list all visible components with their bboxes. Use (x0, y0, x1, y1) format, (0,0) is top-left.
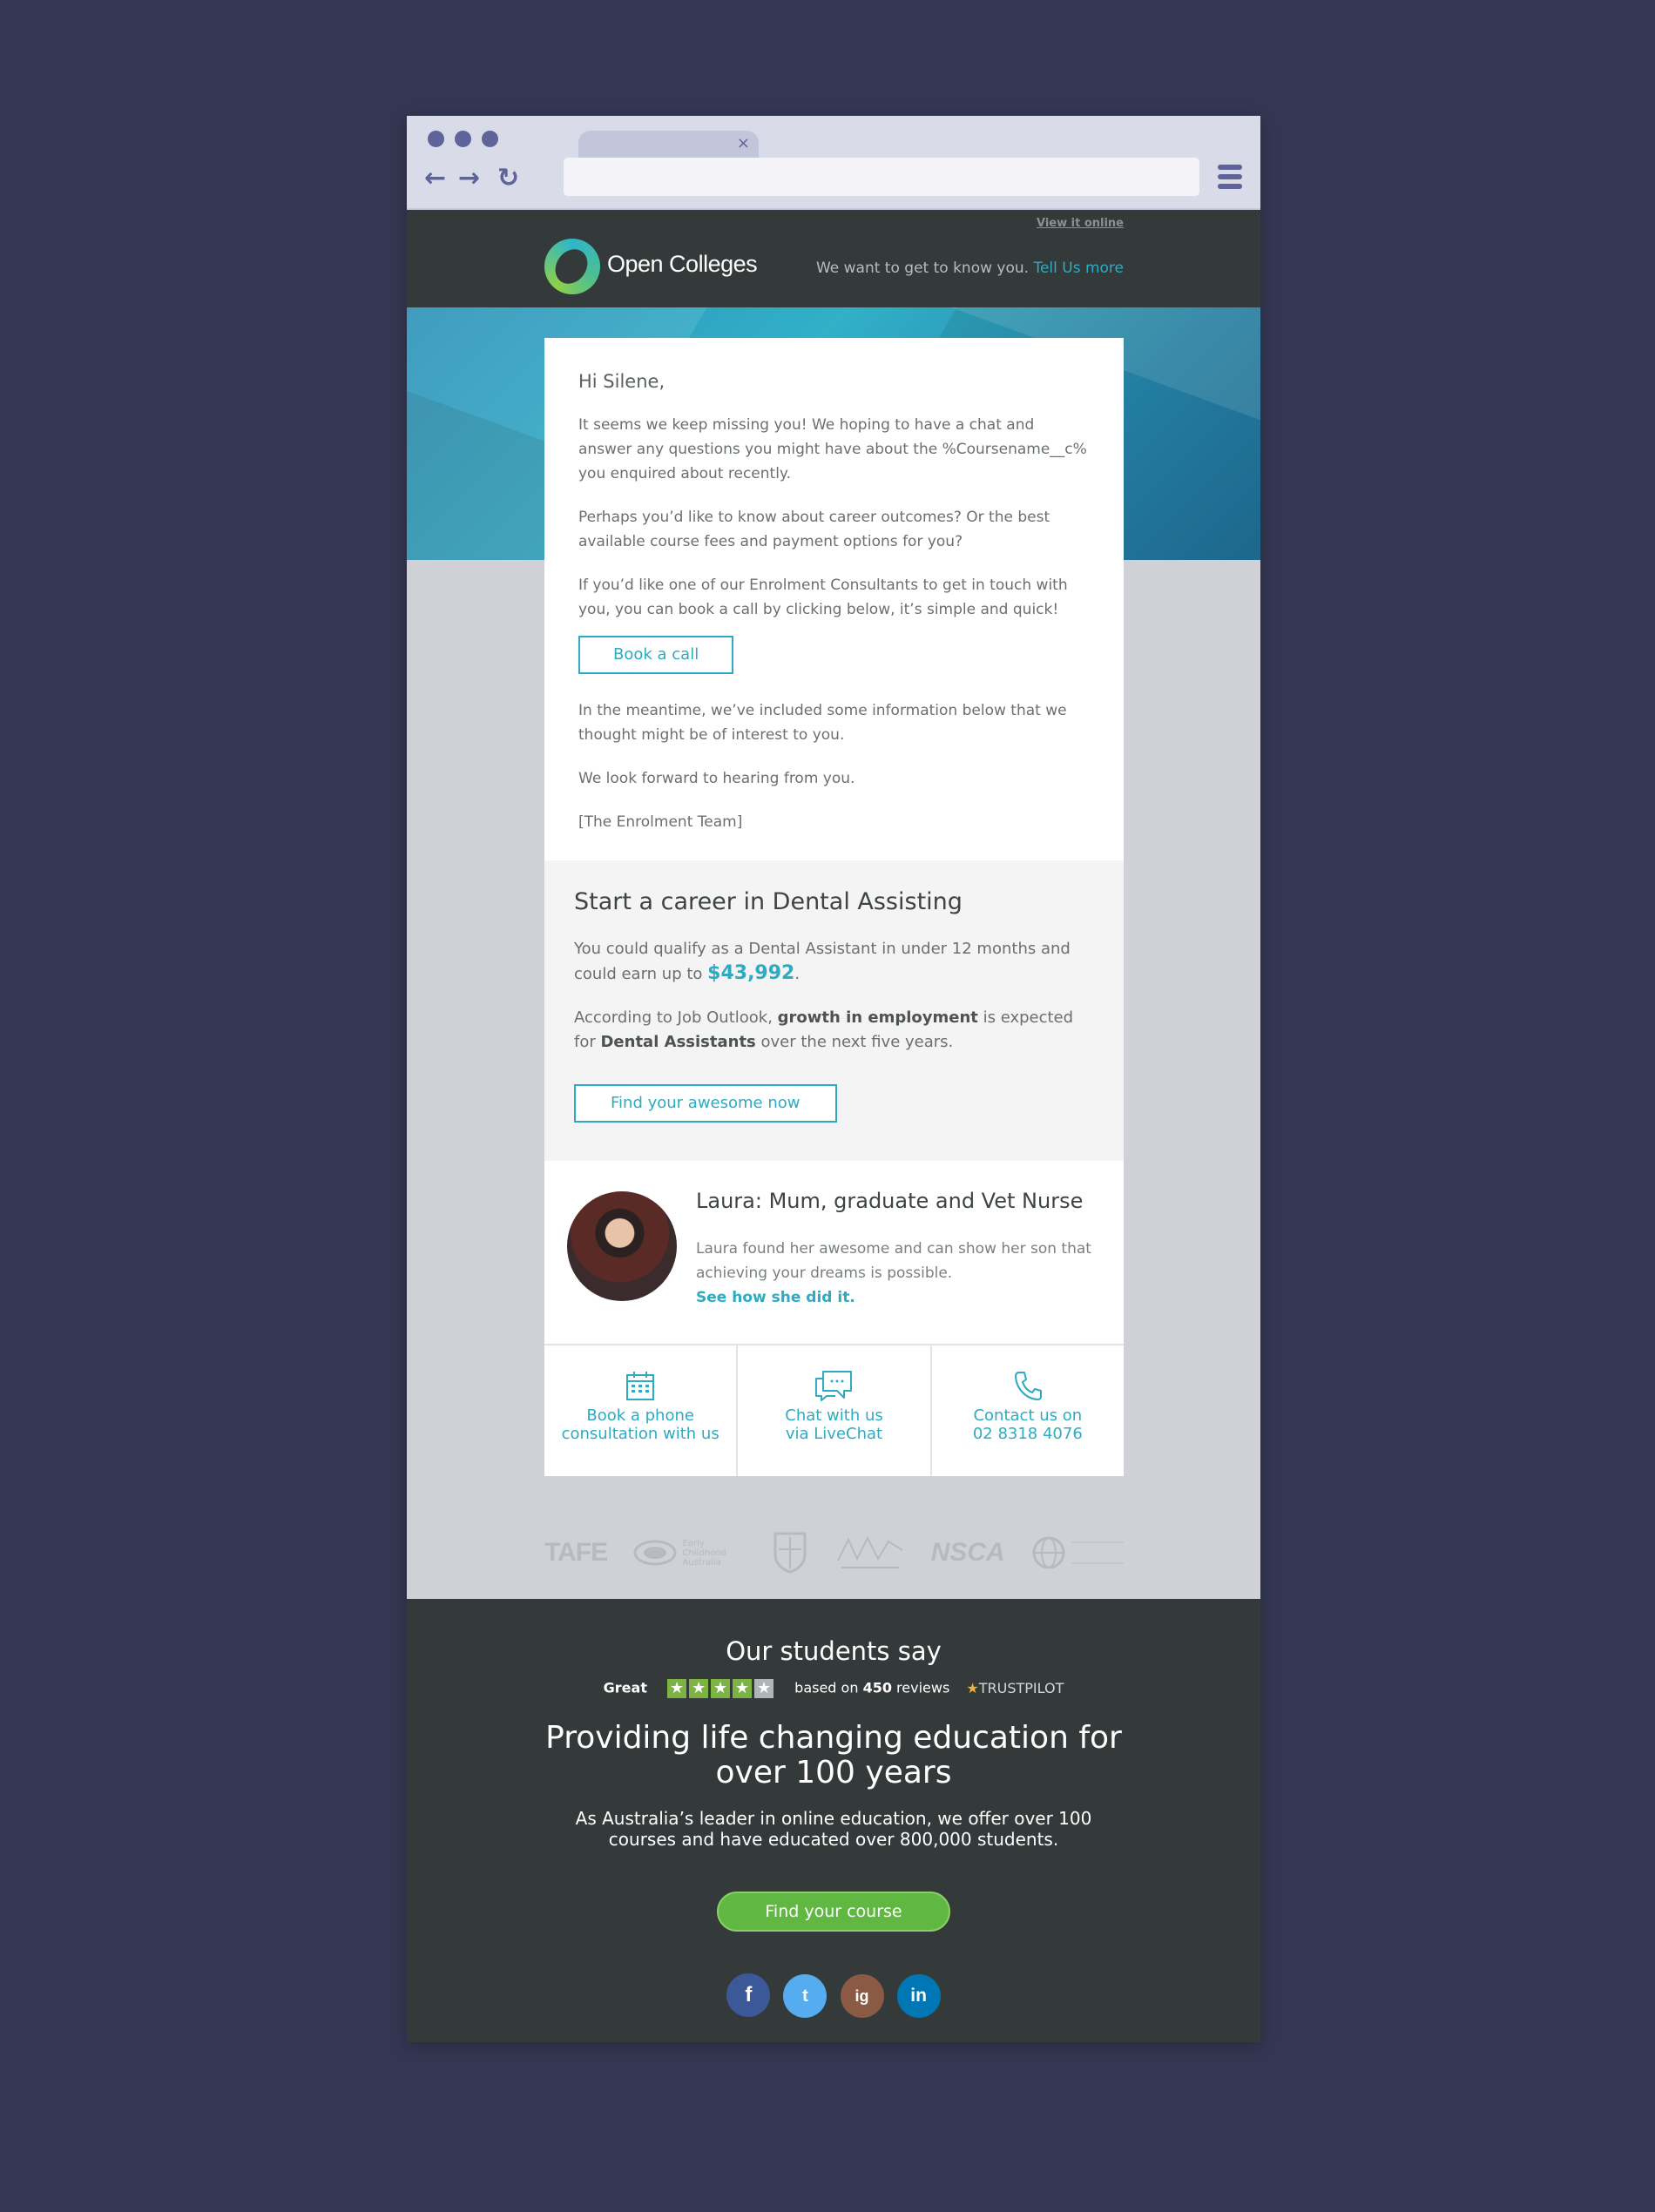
browser-tab[interactable]: × (578, 131, 759, 159)
star-icon: ★ (711, 1679, 731, 1698)
career-p2-bold-1: growth in employment (777, 1008, 978, 1027)
contact-3-line-2: 02 8318 4076 (972, 1425, 1083, 1443)
rating-word: Great (603, 1679, 647, 1696)
contact-1-line-1: Book a phone (586, 1406, 694, 1425)
brand-name: Open Colleges (607, 251, 758, 277)
forward-arrow-icon[interactable]: → (458, 164, 480, 193)
address-bar[interactable] (564, 158, 1199, 196)
letter-section: Hi Silene, It seems we keep missing you!… (544, 338, 1124, 860)
career-p1-end: . (794, 965, 800, 983)
back-arrow-icon[interactable]: ← (424, 164, 446, 193)
letter-paragraph-5: We look forward to hearing from you. (578, 770, 855, 787)
hamburger-menu-icon[interactable] (1218, 165, 1242, 191)
aat-logo-icon (837, 1535, 903, 1568)
other-accreditation-logo (1031, 1535, 1124, 1570)
greeting: Hi Silene, (578, 371, 665, 392)
trustpilot-logo: ★TRUSTPILOT (966, 1680, 1064, 1696)
email-footer: Our students say Great ★ ★ ★ ★ ★ based on 45… (407, 1599, 1260, 2042)
instagram-icon[interactable]: ig (840, 1974, 884, 2018)
footer-headline: Providing life changing education for ov… (545, 1720, 1122, 1791)
star-icon: ★ (667, 1679, 687, 1698)
book-a-call-button[interactable]: Book a call (578, 636, 734, 674)
footer-description: As Australia’s leader in online educatio… (575, 1808, 1092, 1850)
laura-avatar (567, 1191, 677, 1301)
facebook-icon[interactable]: f (726, 1973, 771, 2017)
letter-paragraph-1: It seems we keep missing you! We hoping … (578, 416, 1087, 482)
live-chat[interactable]: Chat with us via LiveChat (736, 1345, 929, 1476)
reviews-count: 450 (862, 1679, 892, 1696)
contact-3-line-1: Contact us on (973, 1406, 1083, 1425)
browser-chrome: × ← → ↻ (407, 116, 1260, 210)
see-how-link-suffix: . (849, 1289, 855, 1306)
salary-amount: $43,992 (707, 962, 795, 984)
accreditation-logos: TAFE Early Childhood Australia NSCA (544, 1527, 1124, 1579)
ecia-logo: Early Childhood Australia (633, 1539, 743, 1568)
window-minimize-dot[interactable] (455, 131, 471, 147)
career-p2-bold-2: Dental Assistants (600, 1033, 756, 1051)
career-p2-text-a: According to Job Outlook, (574, 1008, 778, 1027)
chat-icon (815, 1371, 853, 1401)
nsca-logo: NSCA (930, 1538, 1005, 1567)
contact-2-line-1: Chat with us (785, 1406, 883, 1425)
career-p1-text: You could qualify as a Dental Assistant … (574, 940, 1071, 983)
reviews-prefix: based on (794, 1679, 863, 1696)
call-us[interactable]: Contact us on 02 8318 4076 (929, 1345, 1124, 1476)
career-p2-text-c: over the next five years. (755, 1033, 954, 1051)
find-your-course-button[interactable]: Find your course (717, 1892, 950, 1932)
window-maximize-dot[interactable] (482, 131, 498, 147)
contact-2-line-2: via LiveChat (785, 1425, 883, 1443)
rating-stars: ★ ★ ★ ★ ★ (667, 1679, 776, 1698)
star-icon: ★ (754, 1679, 774, 1698)
career-paragraph-1: You could qualify as a Dental Assistant … (574, 937, 1094, 987)
star-icon: ★ (733, 1679, 753, 1698)
career-title: Start a career in Dental Assisting (574, 888, 963, 915)
browser-window: × ← → ↻ View it online Open Colleges We … (407, 116, 1260, 2042)
letter-signoff: [The Enrolment Team] (578, 813, 743, 831)
letter-paragraph-2: Perhaps you’d like to know about career … (578, 509, 1050, 550)
email-body-card: Hi Silene, It seems we keep missing you!… (544, 338, 1124, 1476)
crest-logo-icon (773, 1532, 807, 1574)
contact-options: Book a phone consultation with us Chat w… (544, 1345, 1124, 1476)
tafe-logo: TAFE (544, 1538, 608, 1567)
career-paragraph-2: According to Job Outlook, growth in empl… (574, 1006, 1094, 1055)
letter-paragraph-4: In the meantime, we’ve included some inf… (578, 702, 1067, 744)
social-links: f t ig in (407, 1973, 1260, 2018)
tell-us-more-link[interactable]: Tell Us more (1033, 260, 1124, 277)
testimonial-title: Laura: Mum, graduate and Vet Nurse (696, 1189, 1084, 1213)
find-your-awesome-button[interactable]: Find your awesome now (574, 1084, 837, 1123)
book-phone-consultation[interactable]: Book a phone consultation with us (544, 1345, 736, 1476)
header-message: We want to get to know you. Tell Us more (816, 260, 1124, 277)
students-say-heading: Our students say (726, 1636, 942, 1666)
contact-1-line-2: consultation with us (561, 1425, 719, 1443)
star-icon: ★ (689, 1679, 709, 1698)
twitter-icon[interactable]: t (783, 1974, 828, 2018)
header-message-text: We want to get to know you. (815, 260, 1030, 277)
trustpilot-wordmark: TRUSTPILOT (978, 1679, 1064, 1696)
ecia-logo-text: Early Childhood Australia (682, 1538, 726, 1568)
see-how-link-text: See how she did it (696, 1289, 850, 1306)
calendar-icon (626, 1372, 655, 1400)
testimonial-section: Laura: Mum, graduate and Vet Nurse Laura… (544, 1161, 1124, 1345)
phone-icon (1014, 1372, 1042, 1400)
trustpilot-rating[interactable]: Great ★ ★ ★ ★ ★ based on 450 reviews ★TRUSTP… (407, 1679, 1260, 1698)
letter-paragraph-3: If you’d like one of our Enrolment Consu… (578, 577, 1068, 618)
trustpilot-star-icon: ★ (966, 1679, 979, 1696)
see-how-link[interactable]: See how she did it. (696, 1285, 1097, 1310)
email-header: View it online Open Colleges We want to … (407, 210, 1260, 307)
testimonial-body: Laura found her awesome and can show her… (696, 1237, 1097, 1310)
testimonial-text: Laura found her awesome and can show her… (696, 1240, 1091, 1282)
linkedin-icon[interactable]: in (896, 1974, 941, 2018)
logo-mark-icon (544, 239, 600, 294)
reviews-suffix: reviews (891, 1679, 950, 1696)
ecia-emblem-icon (633, 1540, 677, 1566)
view-online-link[interactable]: View it online (1037, 217, 1124, 230)
window-close-dot[interactable] (428, 131, 444, 147)
globe-logo-icon (1032, 1536, 1065, 1569)
reload-icon[interactable]: ↻ (497, 164, 519, 193)
career-section: Start a career in Dental Assisting You c… (544, 860, 1124, 1161)
reviews-text: based on 450 reviews (794, 1680, 949, 1696)
tab-close-icon[interactable]: × (737, 136, 750, 152)
globe-logo-text-lines (1071, 1541, 1124, 1564)
